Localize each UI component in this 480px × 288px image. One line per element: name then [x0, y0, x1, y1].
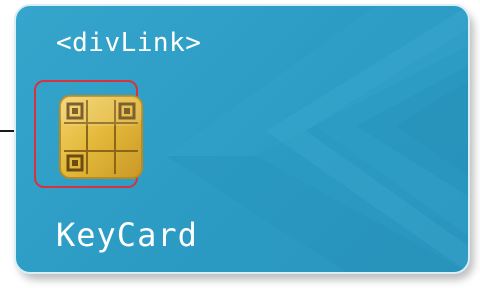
- smart-card-chip-icon: [59, 95, 143, 179]
- card-brand-label: KeyCard: [56, 216, 198, 254]
- card-title: <divLink>: [56, 28, 202, 58]
- keycard-illustration: <divLink> KeyCard: [0, 0, 480, 288]
- chip-container: [50, 94, 150, 194]
